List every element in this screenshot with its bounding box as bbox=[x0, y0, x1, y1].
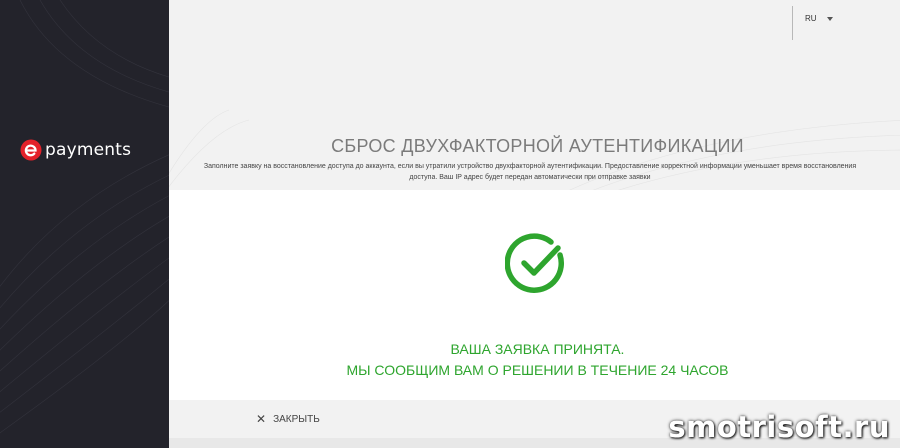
language-value: RU bbox=[805, 14, 817, 23]
main-panel: RU СБРОС ДВУХФАКТОРНОЙ АУТЕНТИФИКАЦИИ За… bbox=[169, 0, 900, 448]
topbar-divider bbox=[792, 6, 793, 40]
checkmark-circle-icon bbox=[505, 233, 565, 293]
brand-logo[interactable]: payments bbox=[20, 139, 131, 161]
epayments-logo-icon bbox=[20, 139, 42, 161]
result-card: ВАША ЗАЯВКА ПРИНЯТА. МЫ СООБЩИМ ВАМ О РЕ… bbox=[169, 190, 900, 400]
chevron-down-icon bbox=[826, 16, 833, 21]
success-message: ВАША ЗАЯВКА ПРИНЯТА. bbox=[450, 341, 625, 357]
page: payments RU СБРОС ДВУХФАКТОРНОЙ АУТЕНТИФ… bbox=[0, 0, 900, 448]
sidebar: payments bbox=[0, 0, 169, 448]
sidebar-pattern bbox=[0, 0, 169, 434]
language-select[interactable]: RU bbox=[805, 14, 833, 23]
brand-name: payments bbox=[45, 140, 132, 160]
close-button[interactable]: ✕ ЗАКРЫТЬ bbox=[256, 413, 320, 425]
page-description: Заполните заявку на восстановление досту… bbox=[203, 163, 857, 181]
close-icon: ✕ bbox=[256, 412, 267, 426]
close-label: ЗАКРЫТЬ bbox=[273, 413, 320, 425]
watermark: smotrisoft.ru bbox=[668, 410, 890, 444]
page-title: СБРОС ДВУХФАКТОРНОЙ АУТЕНТИФИКАЦИИ bbox=[331, 136, 744, 156]
success-submessage: МЫ СООБЩИМ ВАМ О РЕШЕНИИ В ТЕЧЕНИЕ 24 ЧА… bbox=[346, 362, 729, 378]
